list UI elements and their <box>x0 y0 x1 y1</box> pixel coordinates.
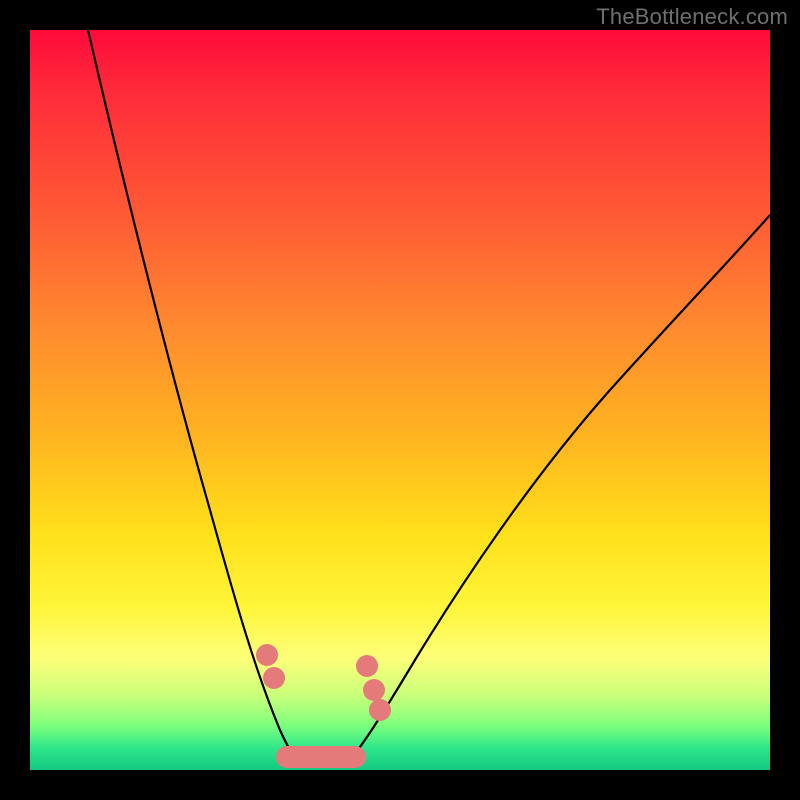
marker-left-2 <box>263 667 285 689</box>
plot-area <box>30 30 770 770</box>
marker-right-2 <box>363 679 385 701</box>
chart-svg <box>30 30 770 770</box>
watermark-text: TheBottleneck.com <box>596 4 788 30</box>
marker-right-3 <box>369 699 391 721</box>
outer-frame: TheBottleneck.com <box>0 0 800 800</box>
marker-left-1 <box>256 644 278 666</box>
marker-right-1 <box>356 655 378 677</box>
right-curve <box>350 215 770 760</box>
